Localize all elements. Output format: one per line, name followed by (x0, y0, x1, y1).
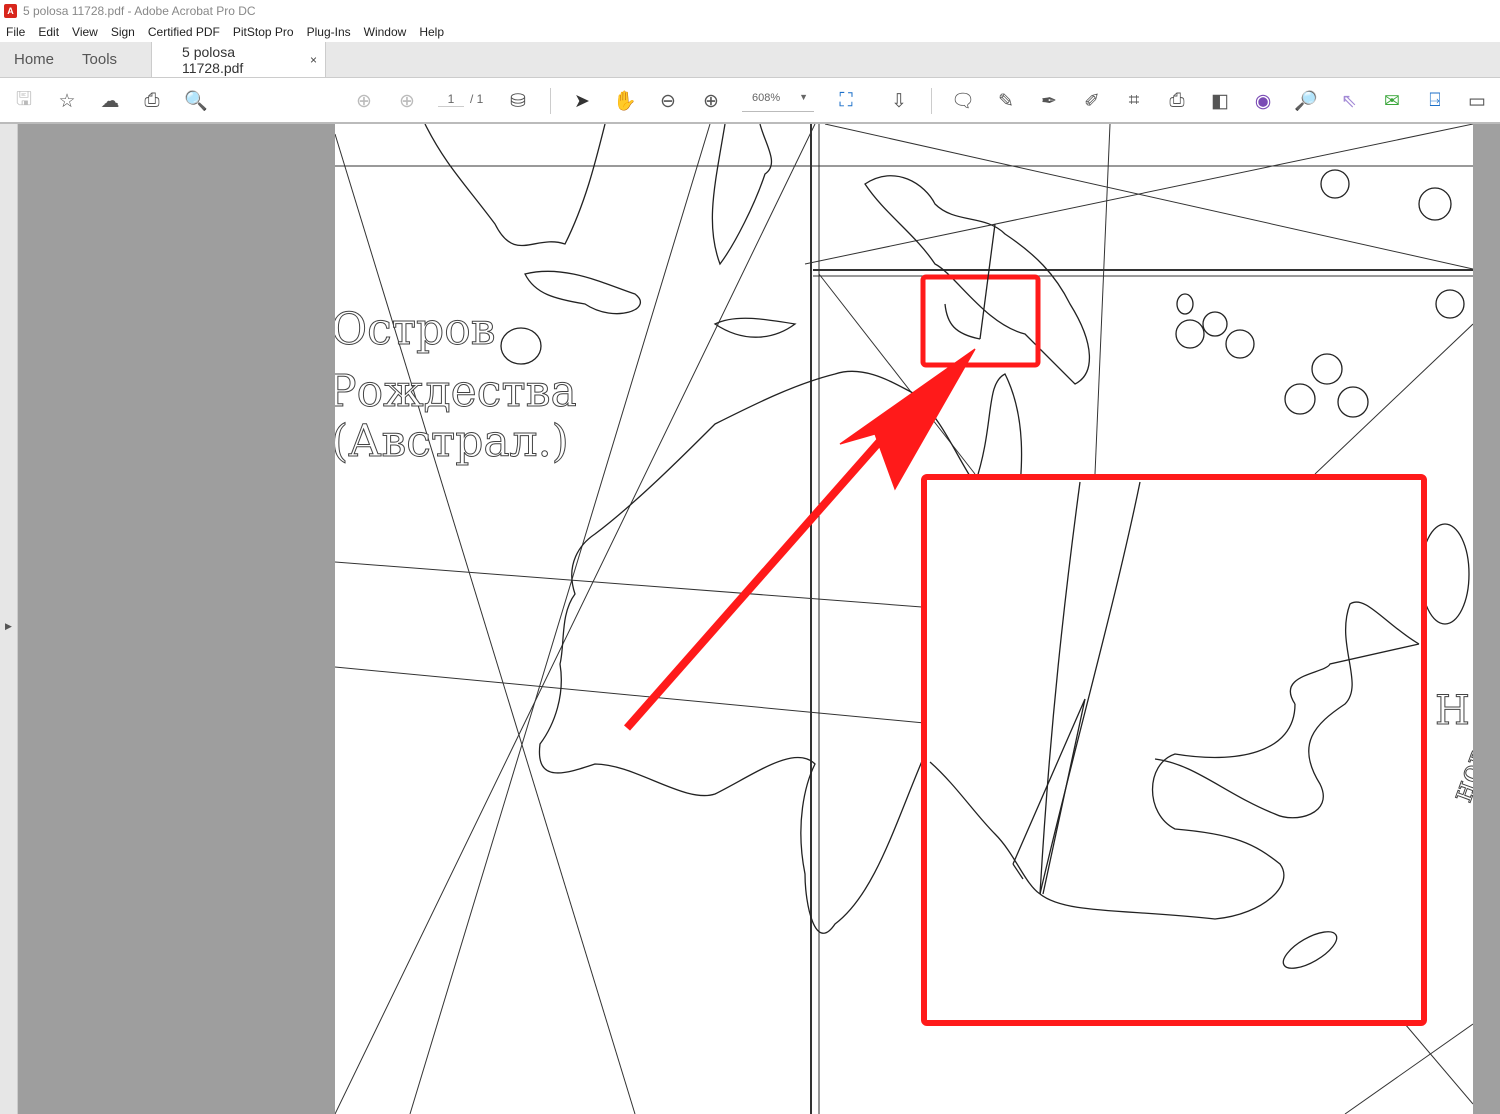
select-cursor-icon[interactable]: ➤ (569, 88, 595, 114)
menu-window[interactable]: Window (364, 25, 407, 39)
scroll-mode-icon[interactable]: ⇩ (886, 88, 912, 114)
edge-label-2: нов (1444, 743, 1473, 807)
search-icon[interactable]: 🔍 (183, 88, 209, 114)
label-rozhdestva: Рождества (335, 366, 577, 417)
upload-cloud-icon[interactable]: ☁ (97, 88, 123, 114)
pdf-page[interactable]: Остров Рождества (Австрал.) Н нов (335, 124, 1473, 1114)
object-select-icon[interactable]: ⇖ (1336, 88, 1362, 114)
menu-certified-pdf[interactable]: Certified PDF (148, 25, 220, 39)
highlight-pen-icon[interactable]: ✎ (993, 88, 1019, 114)
menu-plug-ins[interactable]: Plug-Ins (307, 25, 351, 39)
print-icon[interactable]: ⎙ (139, 88, 165, 114)
separator (550, 88, 551, 114)
save-icon[interactable]: 🖫 (11, 88, 37, 114)
label-austral: (Австрал.) (335, 416, 569, 467)
toolbar: 🖫 ☆ ☁ ⎙ 🔍 ⊕ ⊕ 1 / 1 ⛁ ➤ ✋ ⊖ ⊕ 608% ▼ ⛶ ⇩ … (0, 78, 1500, 124)
zoom-inset (921, 474, 1427, 1026)
menu-sign[interactable]: Sign (111, 25, 135, 39)
zoom-in-icon[interactable]: ⊕ (698, 88, 724, 114)
menu-pitstop-pro[interactable]: PitStop Pro (233, 25, 294, 39)
tab-tools[interactable]: Tools (68, 42, 131, 77)
tab-document[interactable]: 5 polosa 11728.pdf × (151, 42, 327, 77)
previous-page-icon[interactable]: ⊕ (351, 88, 377, 114)
menu-view[interactable]: View (72, 25, 98, 39)
preflight-icon[interactable]: ◉ (1250, 88, 1276, 114)
menu-edit[interactable]: Edit (38, 25, 59, 39)
output-preview-icon[interactable]: 🔎 (1293, 88, 1319, 114)
map-drawing: Остров Рождества (Австрал.) Н нов (335, 124, 1473, 1114)
zoom-level-value: 608% (752, 92, 781, 104)
sign-icon[interactable]: ✒ (1036, 88, 1062, 114)
edge-label-1: Н (1435, 688, 1470, 734)
zoom-level-select[interactable]: 608% ▼ (742, 92, 814, 112)
measure-ruler-icon[interactable]: ▭ (1464, 88, 1490, 114)
crop-page-icon[interactable]: ⌗ (1121, 88, 1147, 114)
navigation-pane-toggle[interactable]: ▶ (0, 124, 18, 1114)
tab-home[interactable]: Home (0, 42, 68, 77)
tab-bar: Home Tools 5 polosa 11728.pdf × (0, 42, 1500, 78)
bookmark-star-icon[interactable]: ☆ (54, 88, 80, 114)
menu-bar: File Edit View Sign Certified PDF PitSto… (0, 22, 1500, 42)
print-production-icon[interactable]: ⎙ (1164, 88, 1190, 114)
close-tab-icon[interactable]: × (310, 53, 317, 67)
menu-help[interactable]: Help (419, 25, 444, 39)
right-gutter (1473, 124, 1500, 1114)
email-icon[interactable]: ✉ (1379, 88, 1405, 114)
label-ostrov: Остров (335, 304, 495, 355)
acrobat-icon: A (4, 4, 17, 18)
hand-tool-icon[interactable]: ✋ (612, 88, 638, 114)
separator (931, 88, 932, 114)
comment-icon[interactable]: 🗨 (950, 88, 976, 114)
zoom-out-icon[interactable]: ⊖ (655, 88, 681, 114)
export-pdf-icon[interactable]: ⍈ (1422, 88, 1448, 114)
redact-icon[interactable]: ◧ (1207, 88, 1233, 114)
tab-document-label: 5 polosa 11728.pdf (182, 43, 244, 76)
page-number-input[interactable]: 1 (438, 92, 464, 107)
expand-arrow-icon: ▶ (5, 621, 12, 631)
title-bar: A 5 polosa 11728.pdf - Adobe Acrobat Pro… (0, 0, 1500, 22)
next-page-icon[interactable]: ⊕ (394, 88, 420, 114)
fit-page-icon[interactable]: ⛶ (833, 88, 859, 114)
read-mode-icon[interactable]: ⛁ (505, 88, 531, 114)
chevron-down-icon: ▼ (799, 92, 808, 102)
page-total: / 1 (470, 92, 484, 106)
window-title: 5 polosa 11728.pdf - Adobe Acrobat Pro D… (23, 4, 256, 18)
menu-file[interactable]: File (6, 25, 25, 39)
edit-pdf-icon[interactable]: ✐ (1079, 88, 1105, 114)
